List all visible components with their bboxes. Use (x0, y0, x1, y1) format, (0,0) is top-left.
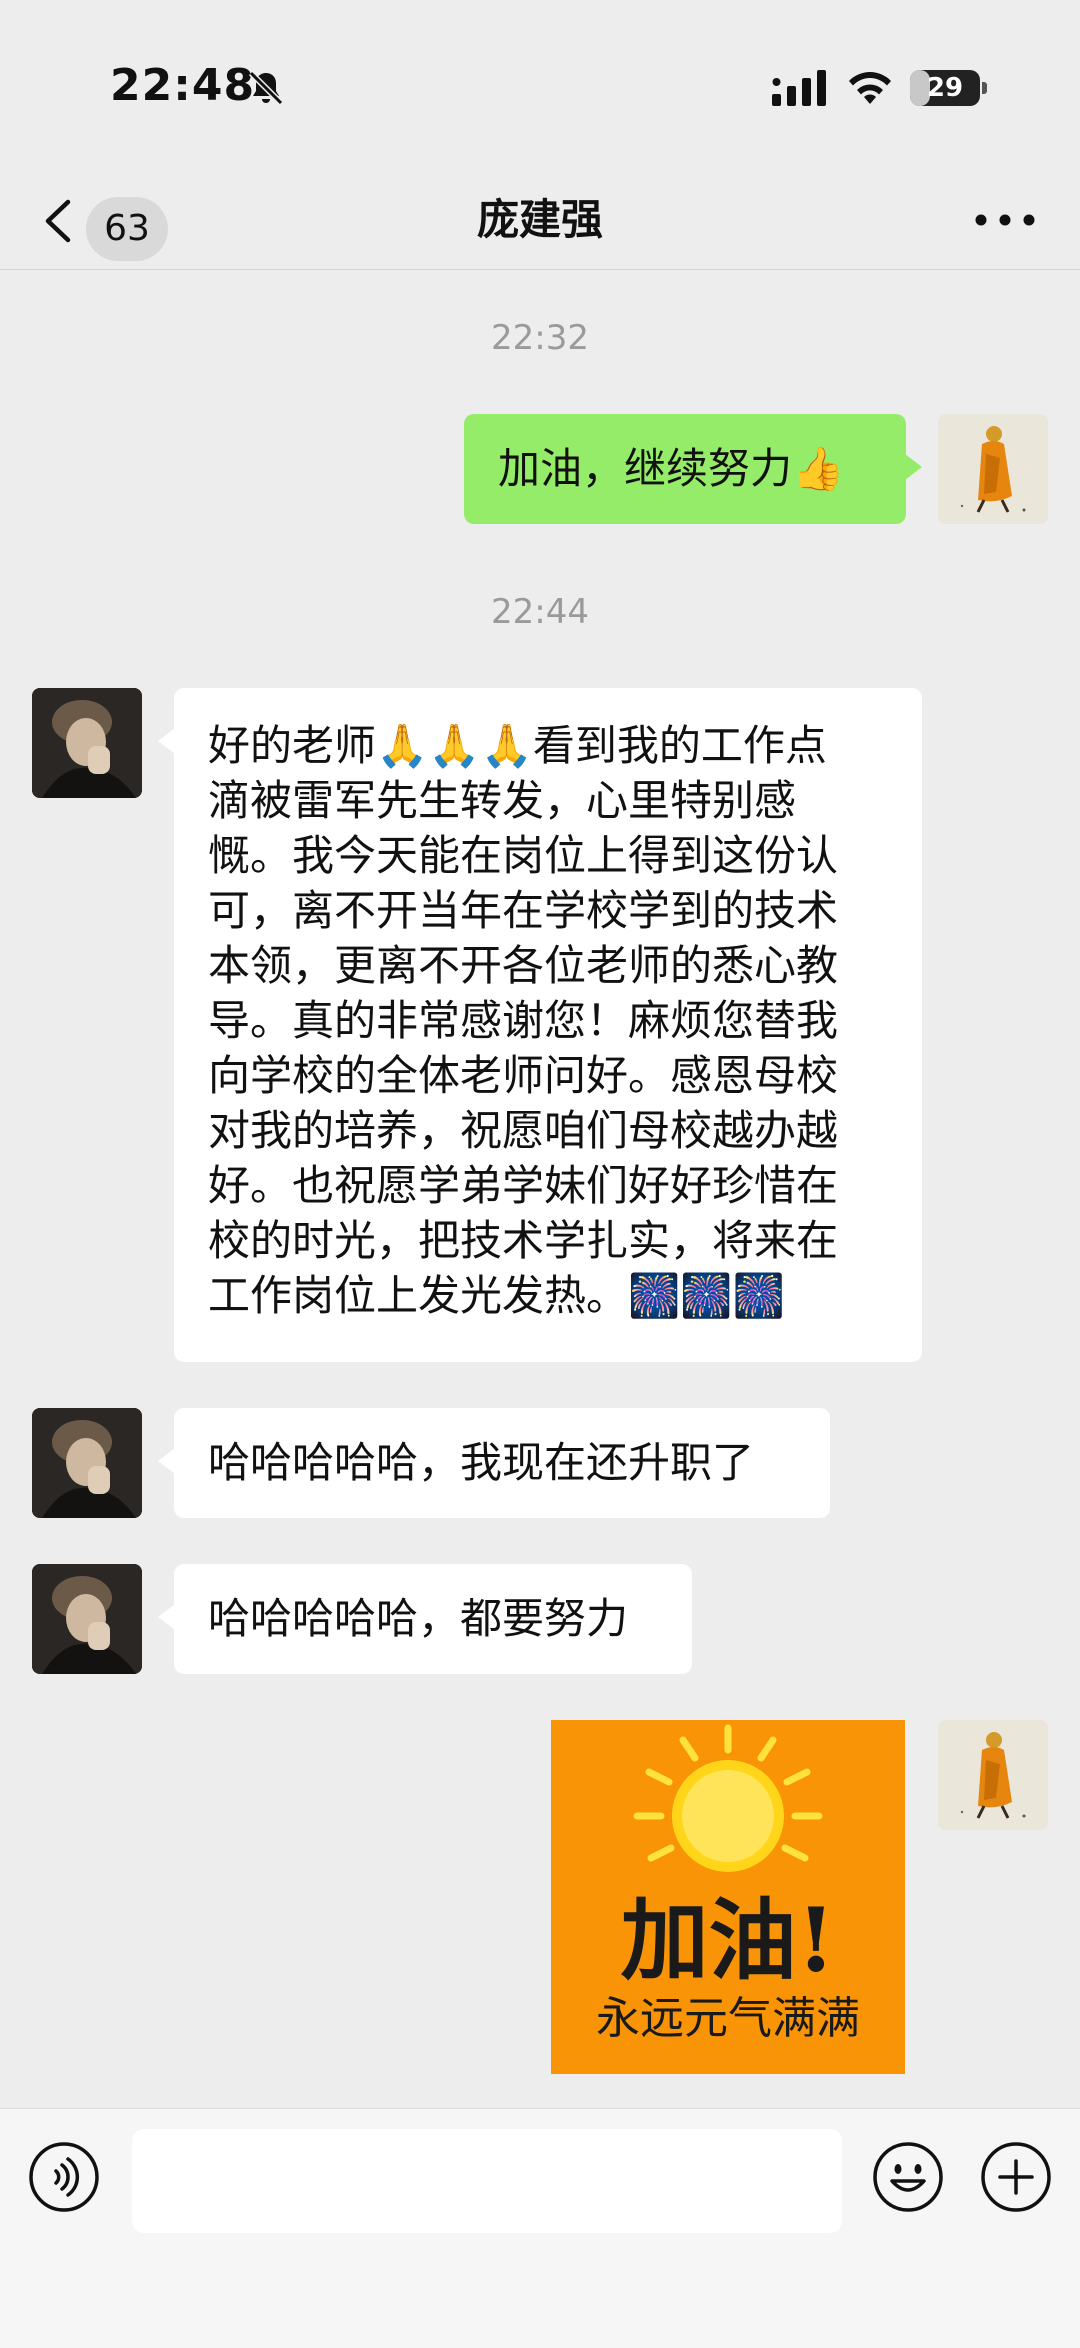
sticker-image[interactable]: 加油! 永远元气满满 (551, 1720, 905, 2074)
chevron-left-icon (45, 199, 71, 243)
chat-nav-bar: 63 庞建强 (0, 170, 1080, 270)
monk-figure-icon (938, 414, 1048, 524)
more-dots-icon[interactable] (970, 202, 1040, 238)
contact-avatar[interactable] (32, 1408, 142, 1518)
message-line: 好的老师🙏🙏🙏看到我的工作点 (208, 721, 827, 770)
sun-icon (633, 1724, 823, 1872)
message-input-bar (0, 2108, 1080, 2348)
signal-icon (772, 70, 826, 106)
person-photo-icon (32, 1408, 142, 1518)
battery-cap (982, 82, 987, 94)
incoming-message-bubble[interactable]: 哈哈哈哈哈，我现在还升职了 (158, 1408, 830, 1518)
message-line: 校的时光，把技术学扎实，将来在 (208, 1216, 839, 1265)
message-line: 对我的培养，祝愿咱们母校越办越 (208, 1106, 839, 1155)
monk-figure-icon (938, 1720, 1048, 1830)
message-line: 工作岗位上发光发热。🎆🎆🎆 (208, 1271, 785, 1320)
message-line: 可，离不开当年在学校学到的技术 (208, 886, 839, 935)
contact-avatar[interactable] (32, 1564, 142, 1674)
battery-indicator: 29 (910, 70, 980, 106)
message-line: 好。也祝愿学弟学妹们好好珍惜在 (208, 1161, 839, 1210)
back-button[interactable]: 63 (36, 170, 176, 270)
message-line: 导。真的非常感谢您！麻烦您替我 (208, 996, 839, 1045)
voice-icon[interactable] (28, 2141, 100, 2213)
bell-slash-icon (248, 70, 284, 106)
plus-icon[interactable] (980, 2141, 1052, 2213)
status-bar: 22:48 29 (0, 0, 1080, 170)
message-text: 加油，继续努力👍 (498, 444, 845, 493)
sticker-sub-text: 永远元气满满 (596, 1993, 860, 2044)
battery-level: 29 (926, 73, 964, 103)
timestamp: 22:44 (491, 592, 589, 632)
message-input[interactable] (132, 2129, 842, 2233)
incoming-message-bubble[interactable]: 哈哈哈哈哈，都要努力 (158, 1564, 692, 1674)
message-text: 哈哈哈哈哈，都要努力 (208, 1594, 629, 1643)
status-time: 22:48 (110, 60, 256, 111)
person-photo-icon (32, 1564, 142, 1674)
unread-count-badge: 63 (86, 197, 168, 261)
wifi-icon (849, 72, 891, 104)
contact-avatar[interactable] (32, 688, 142, 798)
sticker-main-text: 加油! (620, 1888, 836, 1992)
my-avatar[interactable] (938, 414, 1048, 524)
message-line: 慨。我今天能在岗位上得到这份认 (208, 831, 839, 880)
message-line: 本领，更离不开各位老师的悉心教 (208, 941, 839, 990)
my-avatar[interactable] (938, 1720, 1048, 1830)
emoji-icon[interactable] (872, 2141, 944, 2213)
message-line: 向学校的全体老师问好。感恩母校 (208, 1051, 839, 1100)
message-text: 哈哈哈哈哈，我现在还升职了 (208, 1438, 755, 1487)
timestamp: 22:32 (491, 318, 589, 358)
person-photo-icon (32, 688, 142, 798)
message-line: 滴被雷军先生转发，心里特别感 (208, 776, 797, 825)
outgoing-message-bubble[interactable]: 加油，继续努力👍 (464, 414, 922, 524)
incoming-message-bubble[interactable]: 好的老师🙏🙏🙏看到我的工作点 滴被雷军先生转发，心里特别感 慨。我今天能在岗位上… (158, 688, 922, 1362)
